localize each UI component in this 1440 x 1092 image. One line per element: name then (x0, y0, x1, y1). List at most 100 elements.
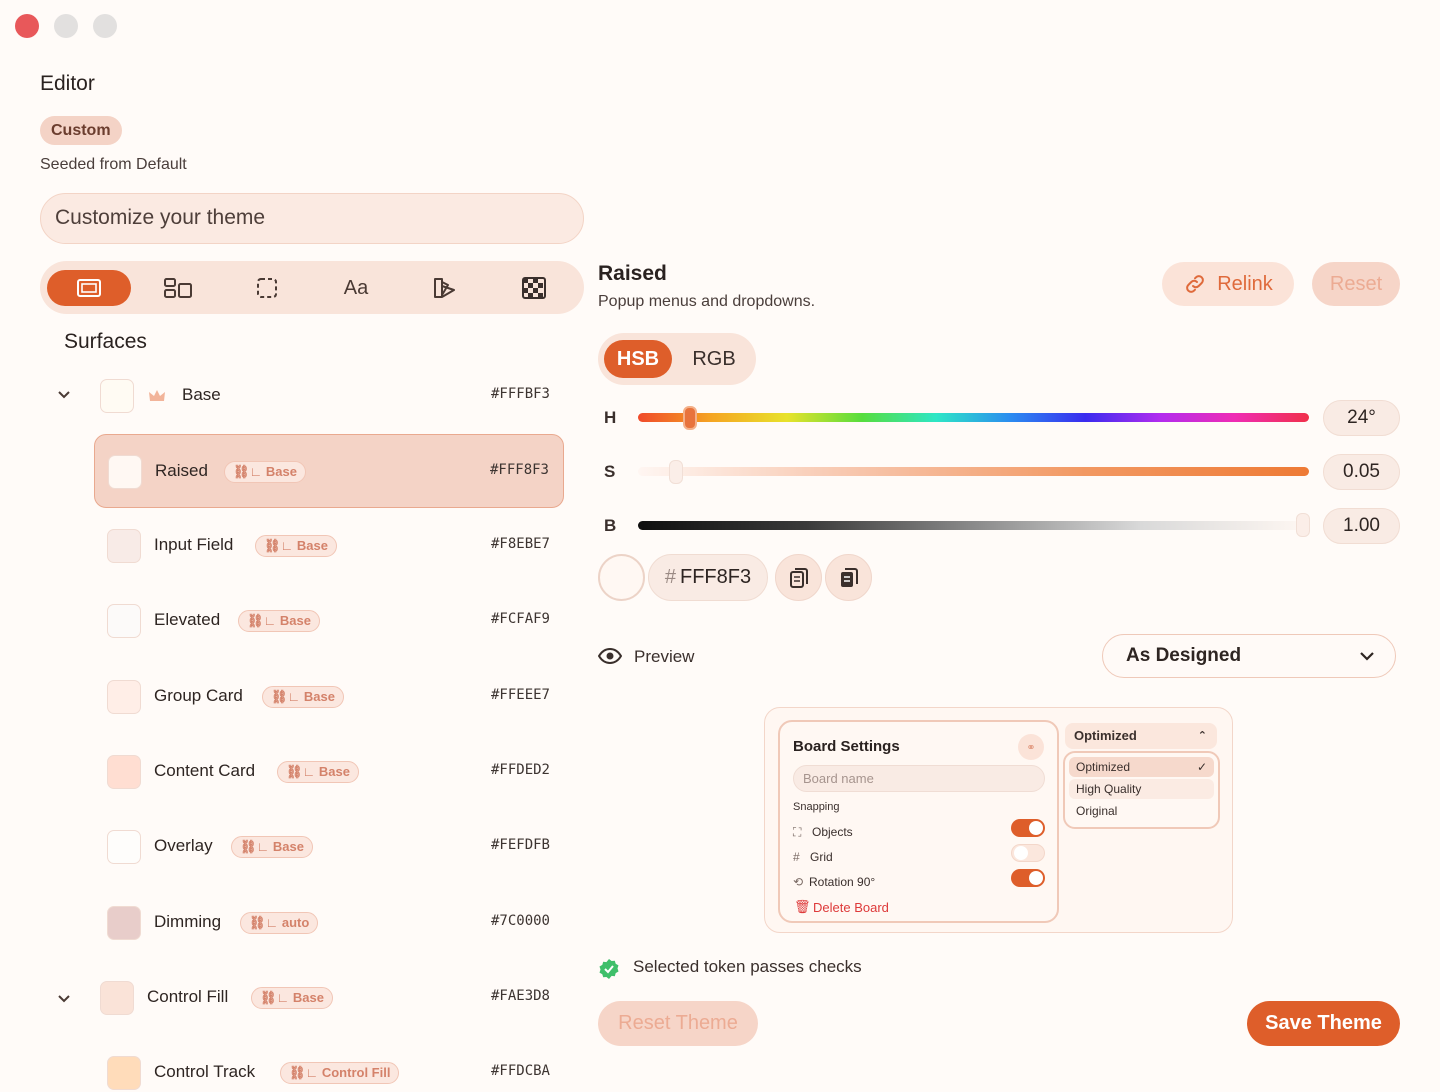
link-icon: ⚭ (1026, 741, 1036, 754)
preview-menu-item[interactable]: High Quality (1069, 779, 1214, 799)
relink-button[interactable]: Relink (1162, 262, 1294, 306)
status-text: Selected token passes checks (633, 957, 862, 976)
tab-selection[interactable] (225, 270, 309, 306)
hash-icon: # (793, 850, 800, 864)
tab-pattern[interactable] (492, 270, 576, 306)
color-swatch (108, 455, 142, 489)
hue-slider[interactable] (638, 413, 1309, 422)
minimize-window-button[interactable] (54, 14, 78, 38)
link-chip[interactable]: ⛓∟ Base (224, 461, 306, 483)
reset-button[interactable]: Reset (1312, 262, 1400, 306)
link-icon: ⛓∟ (289, 1065, 322, 1080)
mode-rgb-button[interactable]: RGB (680, 340, 748, 378)
link-icon: ⛓∟ (264, 538, 297, 553)
preview-link-button[interactable]: ⚭ (1018, 734, 1044, 760)
link-icon (1186, 275, 1205, 293)
link-chip[interactable]: ⛓∟ Base (277, 761, 359, 783)
copy-icon (789, 567, 808, 588)
preview-option-label: Rotation 90° (809, 875, 876, 889)
customize-theme-input[interactable]: Customize your theme (40, 193, 584, 244)
saturation-value-field[interactable]: 0.05 (1323, 454, 1400, 490)
paste-button[interactable] (825, 554, 872, 601)
copy-button[interactable] (775, 554, 822, 601)
save-theme-button[interactable]: Save Theme (1247, 1001, 1400, 1046)
surface-name: Control Track (154, 1062, 256, 1081)
link-chip[interactable]: ⛓∟ Base (231, 836, 313, 858)
editor-title: Editor (40, 72, 95, 95)
preview-menu-item[interactable]: Original (1069, 801, 1214, 821)
close-window-button[interactable] (15, 14, 39, 38)
surface-hex: #FFFBF3 (490, 386, 550, 402)
chevron-down-icon[interactable] (56, 386, 72, 407)
color-swatch (107, 906, 141, 940)
rotate-icon: ⟲ (793, 875, 804, 889)
brightness-value-field[interactable]: 1.00 (1323, 508, 1400, 544)
surface-name: Input Field (154, 535, 234, 554)
saturation-slider[interactable] (638, 467, 1309, 476)
tab-palette[interactable] (403, 270, 487, 306)
preview-mode-dropdown[interactable]: As Designed (1102, 634, 1396, 678)
link-chip[interactable]: ⛓∟ Base (262, 686, 344, 708)
brightness-slider-thumb[interactable] (1296, 513, 1310, 537)
mode-hsb-button[interactable]: HSB (604, 340, 672, 378)
hue-value-field[interactable]: 24° (1323, 400, 1400, 436)
surface-hex: #F8EBE7 (490, 536, 550, 552)
preview-option-label: Objects (812, 825, 853, 839)
saturation-label: S (604, 462, 616, 481)
hex-value: FFF8F3 (680, 566, 752, 588)
tab-typography[interactable]: Aa (314, 270, 398, 306)
category-tabbar: Aa (40, 261, 584, 314)
preview-quality-select[interactable]: Optimized ⌃ (1065, 723, 1217, 749)
surface-name: Content Card (154, 761, 256, 780)
tab-surfaces[interactable] (47, 270, 131, 306)
preview-board-settings-card: Board Settings ⚭ Board name Snapping ⛶ O… (778, 720, 1059, 923)
link-icon: ⛓∟ (240, 839, 273, 854)
surface-row-elevated[interactable]: Elevated ⛓∟ Base #FCFAF9 (94, 584, 564, 658)
typography-icon: Aa (343, 276, 369, 299)
tab-layout[interactable] (136, 270, 220, 306)
surface-row-raised[interactable]: Raised ⛓∟ Base #FFF8F3 (94, 434, 564, 508)
preview-board-name-input[interactable]: Board name (793, 765, 1045, 792)
color-mode-toggle: HSB RGB (598, 333, 756, 385)
hue-slider-thumb[interactable] (683, 406, 697, 430)
preview-menu-item[interactable]: Optimized ✓ (1069, 757, 1214, 777)
reset-theme-button[interactable]: Reset Theme (598, 1001, 758, 1046)
surface-row-content-card[interactable]: Content Card ⛓∟ Base #FFDED2 (94, 735, 564, 809)
preview-objects-toggle[interactable] (1011, 819, 1045, 837)
chevron-down-icon (1360, 652, 1374, 661)
preview-grid-toggle[interactable] (1011, 844, 1045, 862)
hex-input[interactable]: # FFF8F3 (648, 554, 768, 601)
link-chip[interactable]: ⛓∟ Base (255, 535, 337, 557)
surface-hex: #7C0000 (490, 913, 550, 929)
link-chip[interactable]: ⛓∟ Control Fill (280, 1062, 400, 1084)
surface-hex: #FFF8F3 (489, 462, 549, 478)
surface-row-control-track[interactable]: Control Track ⛓∟ Control Fill #FFDCBA (94, 1036, 564, 1092)
preview-delete-board[interactable]: Delete Board (813, 900, 889, 915)
surface-row-overlay[interactable]: Overlay ⛓∟ Base #FEFDFB (94, 810, 564, 884)
check-icon: ✓ (1196, 760, 1207, 774)
brightness-slider[interactable] (638, 521, 1309, 530)
color-swatch (107, 830, 141, 864)
surface-row-control-fill[interactable]: Control Fill ⛓∟ Base #FAE3D8 (94, 961, 564, 1035)
link-chip[interactable]: ⛓∟ Base (251, 987, 333, 1009)
surface-hex: #FAE3D8 (490, 988, 550, 1004)
link-chip[interactable]: ⛓∟ Base (238, 610, 320, 632)
surface-name: Dimming (154, 912, 222, 931)
maximize-window-button[interactable] (93, 14, 117, 38)
color-swatch (107, 755, 141, 789)
saturation-slider-thumb[interactable] (669, 460, 683, 484)
preview-label: Preview (634, 647, 695, 666)
token-description: Popup menus and dropdowns. (598, 293, 816, 310)
preview-card-title: Board Settings (793, 738, 900, 755)
current-color-swatch[interactable] (598, 554, 645, 601)
link-chip[interactable]: ⛓∟ auto (240, 912, 319, 934)
preview-rotation-toggle[interactable] (1011, 869, 1045, 887)
chevron-down-icon[interactable] (56, 990, 72, 1011)
surface-hex: #FCFAF9 (490, 611, 550, 627)
surface-row-base[interactable]: Base #FFFBF3 (94, 359, 564, 433)
link-icon: ⛓∟ (247, 613, 280, 628)
link-icon: ⛓∟ (260, 990, 293, 1005)
surface-row-input-field[interactable]: Input Field ⛓∟ Base #F8EBE7 (94, 509, 564, 583)
surface-row-group-card[interactable]: Group Card ⛓∟ Base #FFEEE7 (94, 660, 564, 734)
surface-row-dimming[interactable]: Dimming ⛓∟ auto #7C0000 (94, 886, 564, 960)
